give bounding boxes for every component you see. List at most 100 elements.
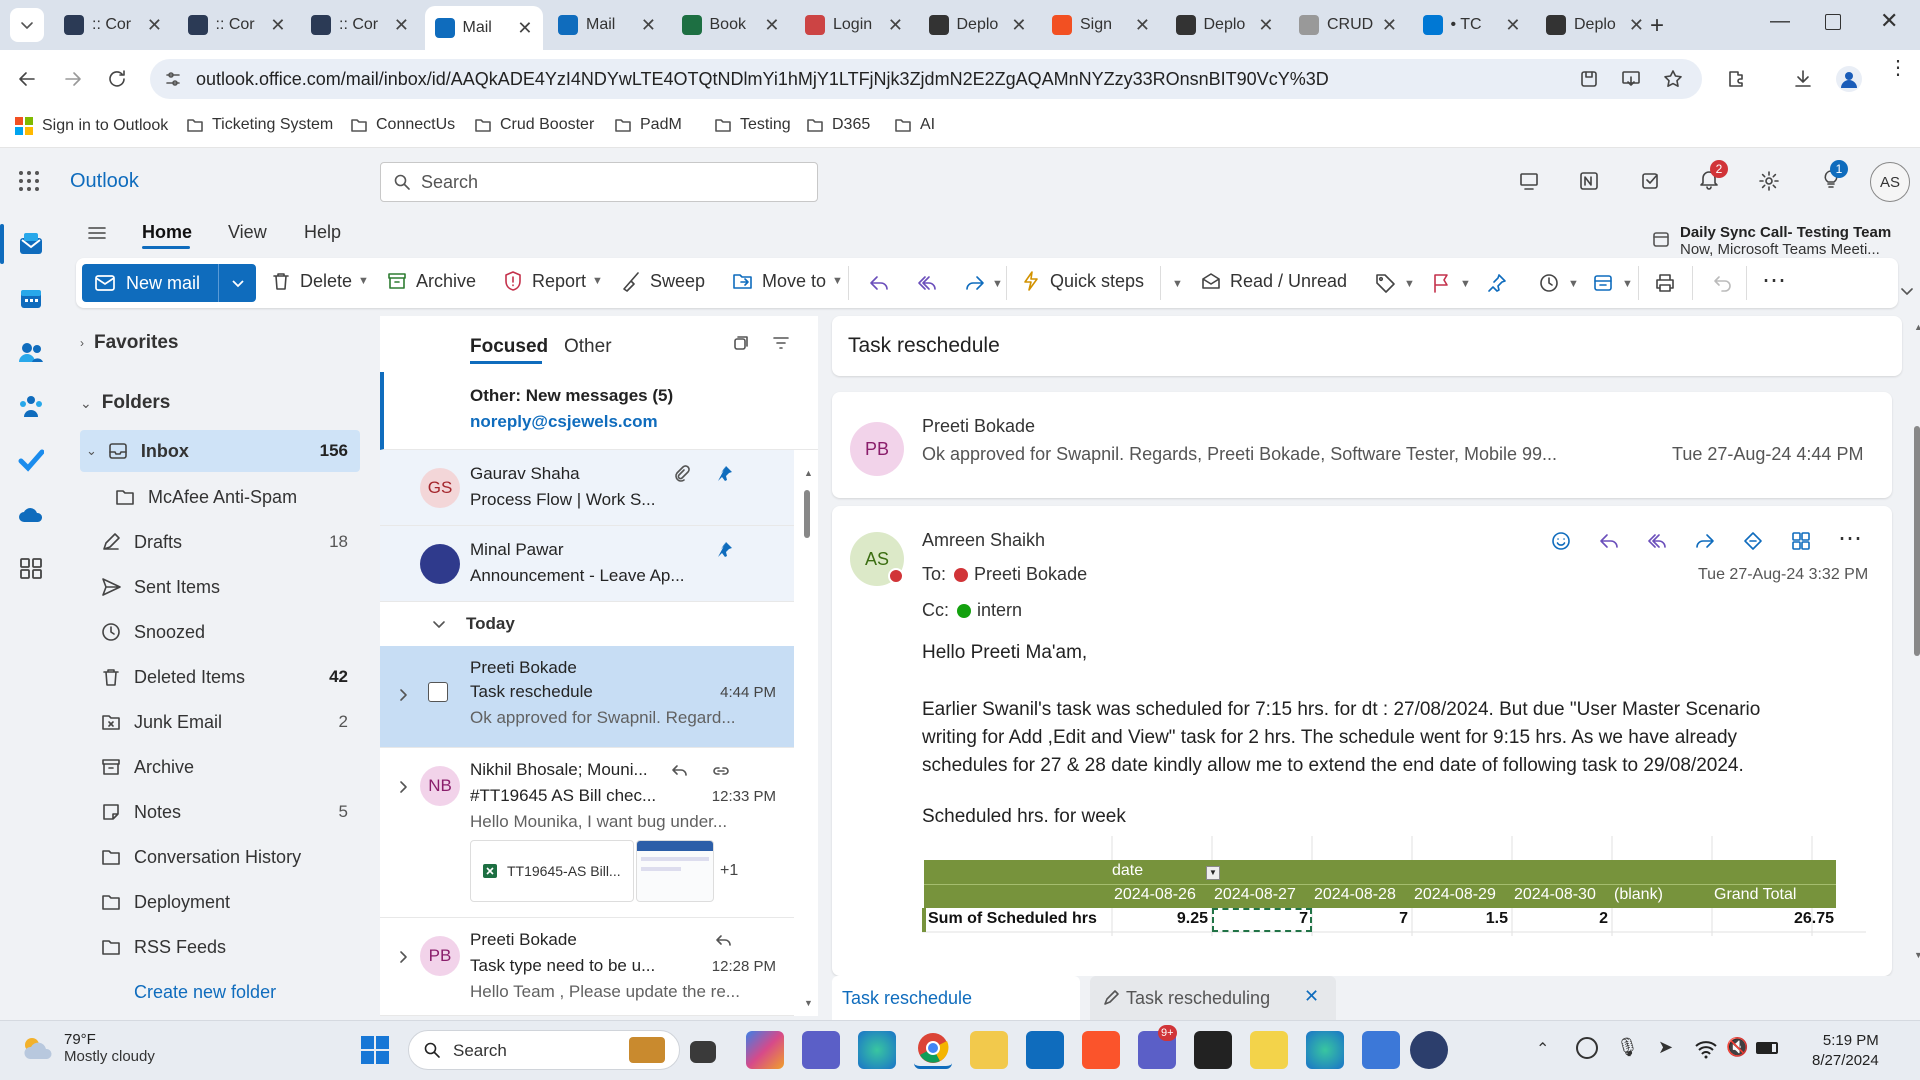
extensions-icon[interactable]: [1726, 68, 1748, 90]
close-window-button[interactable]: ✕: [1880, 8, 1898, 34]
system-clock[interactable]: 5:19 PM 8/27/2024: [1812, 1031, 1879, 1071]
bookmark-sign-in-outlook[interactable]: Sign in to Outlook: [14, 116, 168, 136]
chevron-right-icon[interactable]: [394, 778, 412, 796]
onenote-icon[interactable]: [1578, 170, 1600, 192]
bookmark-folder[interactable]: PadM: [614, 116, 682, 134]
minimize-button[interactable]: —: [1770, 10, 1790, 33]
folder-snoozed[interactable]: Snoozed: [80, 611, 360, 653]
close-tab-icon[interactable]: ✕: [1011, 15, 1026, 36]
rules-icon[interactable]: [1592, 272, 1614, 294]
close-tab-icon[interactable]: ✕: [1135, 15, 1150, 36]
pin-icon[interactable]: [714, 540, 734, 560]
profile-avatar[interactable]: [1836, 66, 1862, 92]
forward-arrow-icon[interactable]: [62, 68, 84, 90]
outlook-icon[interactable]: [1026, 1031, 1064, 1069]
other-inbox-banner[interactable]: Other: New messages (5) noreply@csjewels…: [380, 372, 818, 450]
more-apps-icon[interactable]: [18, 556, 44, 580]
app-name[interactable]: Outlook: [70, 170, 139, 193]
scrollbar[interactable]: ▲ ▼: [802, 456, 813, 1012]
reply-icon[interactable]: [1598, 530, 1620, 552]
browser-tab[interactable]: • TC ✕: [1413, 6, 1531, 44]
ribbon-tab-help[interactable]: Help: [304, 222, 341, 243]
more-attachments[interactable]: +1: [720, 862, 738, 880]
search-input[interactable]: Search: [380, 162, 818, 202]
teams-icon[interactable]: [802, 1031, 840, 1069]
address-bar[interactable]: outlook.office.com/mail/inbox/id/AAQkADE…: [150, 59, 1702, 99]
close-tab-icon[interactable]: ✕: [764, 15, 779, 36]
ribbon-expand-icon[interactable]: [1898, 282, 1916, 300]
battery-icon[interactable]: [1756, 1042, 1778, 1054]
tray-overflow-icon[interactable]: ⌃: [1536, 1039, 1549, 1059]
browser-tab[interactable]: Deplo ✕: [1536, 6, 1654, 44]
report-button[interactable]: Report ▼: [502, 270, 603, 292]
new-tab-button[interactable]: +: [1650, 12, 1664, 40]
onedrive-icon[interactable]: [18, 502, 44, 526]
filter-icon[interactable]: [772, 334, 790, 352]
filter-dropdown-icon[interactable]: ▼: [1206, 866, 1220, 880]
read-unread-button[interactable]: Read / Unread: [1200, 270, 1347, 292]
folder-deployment[interactable]: Deployment: [80, 881, 360, 923]
browser-tab[interactable]: Login ✕: [795, 6, 913, 44]
eclipse-icon[interactable]: [1410, 1031, 1448, 1069]
app-launcher-icon[interactable]: [18, 170, 40, 192]
sticky-notes-icon[interactable]: [1250, 1031, 1288, 1069]
bookmark-folder[interactable]: Testing: [714, 116, 791, 134]
gear-icon[interactable]: [1758, 170, 1780, 192]
wifi-icon[interactable]: [1694, 1039, 1718, 1059]
volume-muted-icon[interactable]: 🔇: [1726, 1037, 1748, 1058]
chevron-right-icon[interactable]: [394, 686, 412, 704]
browser-tab[interactable]: Mail ✕: [424, 6, 543, 50]
folder-conversation-history[interactable]: Conversation History: [80, 836, 360, 878]
site-info-icon[interactable]: [164, 70, 182, 88]
copilot-icon[interactable]: [746, 1031, 784, 1069]
folder-mcafee[interactable]: McAfee Anti-Spam: [80, 476, 360, 518]
pin-icon[interactable]: [1486, 272, 1508, 294]
list-item[interactable]: Preeti Bokade Task reschedule 4:44 PM Ok…: [380, 646, 794, 748]
quick-steps-button[interactable]: Quick steps: [1020, 270, 1144, 292]
table-cell[interactable]: 1.5: [1412, 910, 1508, 928]
browser-menu-icon[interactable]: ⋮: [1888, 58, 1908, 78]
sender-name[interactable]: Amreen Shaikh: [922, 530, 1045, 551]
close-tab-icon[interactable]: ✕: [394, 15, 409, 36]
quick-steps-dropdown[interactable]: ▼: [1172, 278, 1183, 290]
browser-tab[interactable]: Mail ✕: [548, 6, 666, 44]
folder-rss-feeds[interactable]: RSS Feeds: [80, 926, 360, 968]
select-checkbox[interactable]: [428, 682, 448, 702]
tips-button[interactable]: 1: [1820, 160, 1848, 190]
browser-tab[interactable]: Deplo ✕: [919, 6, 1037, 44]
table-cell[interactable]: 26.75: [1712, 910, 1834, 928]
bottom-tab-active[interactable]: Task reschedule: [832, 976, 1080, 1020]
create-new-folder-link[interactable]: Create new folder: [134, 982, 276, 1003]
categorize-dropdown[interactable]: ▼: [1404, 278, 1415, 290]
pin-icon[interactable]: [714, 464, 734, 484]
teams-work-icon[interactable]: 9+: [1138, 1025, 1177, 1069]
calendar-icon[interactable]: [18, 286, 44, 310]
table-cell[interactable]: 2: [1512, 910, 1608, 928]
list-item[interactable]: NB Nikhil Bhosale; Mouni... #TT19645 AS …: [380, 748, 794, 918]
todo-icon[interactable]: [18, 448, 44, 472]
hamburger-menu-icon[interactable]: [86, 222, 108, 244]
browser-tab[interactable]: :: Cor ✕: [301, 6, 419, 44]
browser-tab[interactable]: Deplo ✕: [1166, 6, 1284, 44]
favorites-header[interactable]: › Favorites: [80, 332, 178, 354]
reading-scrollbar[interactable]: ▲ ▼: [1912, 322, 1920, 962]
tab-focused[interactable]: Focused: [470, 336, 548, 358]
flag-dropdown[interactable]: ▼: [1460, 278, 1471, 290]
folder-notes[interactable]: Notes 5: [80, 791, 360, 833]
list-item[interactable]: Minal Pawar Announcement - Leave Ap...: [380, 526, 794, 602]
downloads-icon[interactable]: [1792, 68, 1814, 90]
folder-deleted-items[interactable]: Deleted Items 42: [80, 656, 360, 698]
windows-start-icon[interactable]: [360, 1035, 390, 1065]
snipping-icon[interactable]: [1194, 1031, 1232, 1069]
my-day-icon[interactable]: [1640, 170, 1662, 192]
bookmark-folder[interactable]: D365: [806, 116, 870, 134]
meet-now-icon[interactable]: [1518, 170, 1540, 192]
groups-icon[interactable]: [18, 394, 44, 418]
close-tab-icon[interactable]: ✕: [270, 15, 285, 36]
bookmark-folder[interactable]: ConnectUs: [350, 116, 455, 134]
more-actions-icon[interactable]: ⋯: [1762, 266, 1786, 295]
move-to-button[interactable]: Move to ▼: [732, 270, 843, 292]
reply-all-icon[interactable]: [1646, 530, 1668, 552]
browser-tab[interactable]: :: Cor ✕: [178, 6, 296, 44]
table-cell[interactable]: 9.25: [1112, 910, 1208, 928]
